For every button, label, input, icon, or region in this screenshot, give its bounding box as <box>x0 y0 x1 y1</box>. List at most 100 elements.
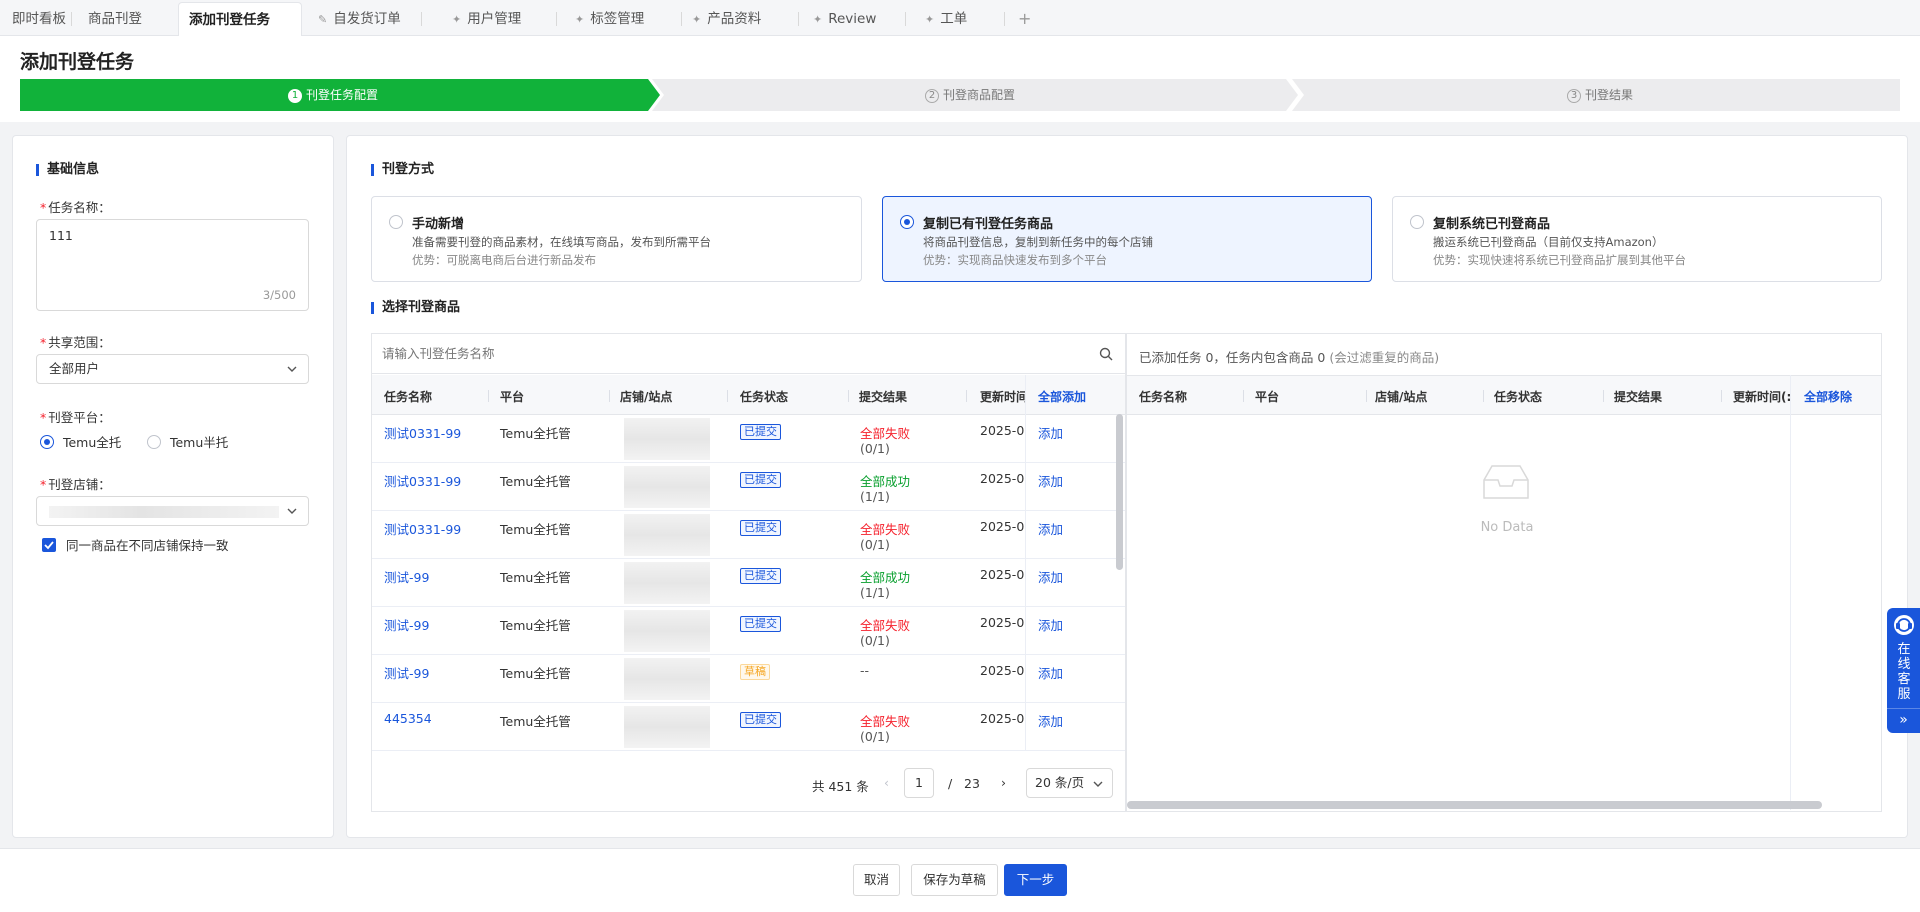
task-name-link[interactable]: 测试-99 <box>384 615 429 634</box>
add-all-button[interactable]: 全部添加 <box>1038 388 1086 405</box>
task-name-link[interactable]: 测试-99 <box>384 663 429 682</box>
column-divider <box>848 390 849 402</box>
updated-time: 2025-0 <box>980 423 1025 438</box>
platform-option-semi[interactable]: Temu半托 <box>147 432 228 451</box>
radio-icon[interactable] <box>1410 215 1424 229</box>
task-name-link[interactable]: 测试0331-99 <box>384 519 461 538</box>
pin-icon[interactable]: ✦ <box>452 13 461 26</box>
select-products-title: 选择刊登商品 <box>371 301 460 314</box>
next-page-icon[interactable]: › <box>1001 775 1006 790</box>
radio-icon[interactable] <box>147 434 161 449</box>
sel-col-result: 提交结果 <box>1614 390 1663 404</box>
method-option-copy-task[interactable]: 复制已有刊登任务商品 将商品刊登信息，复制到新任务中的每个店铺 优势：实现商品快… <box>882 196 1372 282</box>
tab-review[interactable]: ✦ Review <box>803 2 886 36</box>
chevron-down-icon <box>287 366 297 372</box>
task-name-link[interactable]: 测试-99 <box>384 567 429 586</box>
add-tab-button[interactable]: + <box>1018 2 1031 36</box>
status-badge: 已提交 <box>740 424 781 440</box>
task-name-input[interactable]: 111 3/500 <box>36 219 309 311</box>
customer-service-widget[interactable]: 在线客服 » <box>1887 608 1920 733</box>
column-divider <box>1483 390 1484 402</box>
add-button[interactable]: 添加 <box>1038 567 1063 586</box>
table-row: 测试0331-99 Temu全托管 已提交 全部成功 (1/1) 2025-0 添加 <box>372 463 1125 511</box>
next-step-button[interactable]: 下一步 <box>1004 864 1067 896</box>
add-button[interactable]: 添加 <box>1038 471 1063 490</box>
add-button[interactable]: 添加 <box>1038 711 1063 730</box>
pagination-total: 共 451 条 <box>812 779 869 794</box>
sel-col-store: 店铺/站点 <box>1375 390 1428 404</box>
task-platform: Temu全托管 <box>500 426 571 441</box>
pin-icon[interactable]: ✦ <box>692 13 701 26</box>
tab-divider <box>798 12 799 26</box>
column-divider <box>1243 390 1244 402</box>
method-option-manual[interactable]: 手动新增 准备需要刊登的商品素材，在线填写商品，发布到所需平台 优势：可脱离电商… <box>371 196 862 282</box>
store-value-blurred <box>49 506 279 518</box>
tab-product-data[interactable]: ✦ 产品资料 <box>682 2 771 36</box>
radio-icon[interactable] <box>389 215 403 229</box>
store-blurred <box>624 658 710 700</box>
task-name-link[interactable]: 445354 <box>384 711 432 726</box>
remove-all-button[interactable]: 全部移除 <box>1804 388 1852 405</box>
task-name-link[interactable]: 测试0331-99 <box>384 423 461 442</box>
tab-product-listing[interactable]: 商品刊登 <box>78 2 152 36</box>
result-count: (0/1) <box>860 633 890 648</box>
tab-dashboard[interactable]: 即时看板 <box>2 2 76 36</box>
horizontal-scrollbar[interactable] <box>1127 801 1822 809</box>
tab-tag-management[interactable]: ✦ 标签管理 <box>565 2 654 36</box>
result-count: (0/1) <box>860 537 890 552</box>
search-icon[interactable] <box>1099 347 1113 361</box>
tab-ticket[interactable]: ✦ 工单 <box>915 2 977 36</box>
checkbox-checked-icon[interactable] <box>42 537 56 552</box>
updated-time: 2025-0 <box>980 567 1025 582</box>
col-store: 店铺/站点 <box>620 390 673 404</box>
pin-icon[interactable]: ✦ <box>813 13 822 26</box>
table-row: 测试-99 Temu全托管 已提交 全部失败 (0/1) 2025-0 添加 <box>372 607 1125 655</box>
column-divider <box>1721 390 1722 402</box>
add-button[interactable]: 添加 <box>1038 663 1063 682</box>
platform-option-full[interactable]: Temu全托 <box>40 432 121 451</box>
pin-icon[interactable]: ✦ <box>575 13 584 26</box>
radio-selected-icon[interactable] <box>900 215 914 229</box>
share-scope-label: * 共享范围： <box>40 335 111 350</box>
page-number-input[interactable]: 1 <box>904 768 934 798</box>
result-count: (0/1) <box>860 729 890 744</box>
chevron-down-icon <box>1093 781 1103 787</box>
store-blurred <box>624 514 710 556</box>
tab-self-shipping-orders[interactable]: ✎ 自发货订单 <box>308 2 411 36</box>
step-1-label: 刊登任务配置 <box>306 88 379 102</box>
store-blurred <box>624 610 710 652</box>
cancel-button[interactable]: 取消 <box>853 864 900 896</box>
consistency-checkbox[interactable]: 同一商品在不同店铺保持一致 <box>42 535 229 554</box>
result-count: (1/1) <box>860 585 890 600</box>
pin-icon[interactable]: ✎ <box>318 13 327 26</box>
method-title: 刊登方式 <box>371 163 434 176</box>
radio-selected-icon[interactable] <box>40 434 54 449</box>
col-task-name: 任务名称 <box>384 390 433 404</box>
tab-add-listing-task[interactable]: 添加刊登任务 <box>178 2 302 36</box>
task-platform: Temu全托管 <box>500 570 571 585</box>
add-button[interactable]: 添加 <box>1038 519 1063 538</box>
table-row: 测试0331-99 Temu全托管 已提交 全部失败 (0/1) 2025-0 添加 <box>372 415 1125 463</box>
expand-icon[interactable]: » <box>1887 712 1920 728</box>
empty-text: No Data <box>1480 520 1534 535</box>
tab-user-management[interactable]: ✦ 用户管理 <box>442 2 531 36</box>
tab-divider <box>556 12 557 26</box>
step-3: 3 刊登结果 <box>1292 79 1900 111</box>
task-search-bar <box>372 334 1125 374</box>
task-search-input[interactable] <box>382 340 1082 368</box>
pin-icon[interactable]: ✦ <box>925 13 934 26</box>
prev-page-icon[interactable]: ‹ <box>884 775 889 790</box>
page-size-select[interactable]: 20 条/页 <box>1026 768 1113 798</box>
add-button[interactable]: 添加 <box>1038 615 1063 634</box>
table-row: 测试0331-99 Temu全托管 已提交 全部失败 (0/1) 2025-0 添加 <box>372 511 1125 559</box>
tab-divider <box>421 12 422 26</box>
save-draft-button[interactable]: 保存为草稿 <box>911 864 998 896</box>
share-scope-select[interactable]: 全部用户 <box>36 354 309 384</box>
store-select[interactable] <box>36 496 309 526</box>
add-button[interactable]: 添加 <box>1038 423 1063 442</box>
task-platform: Temu全托管 <box>500 618 571 633</box>
task-name-link[interactable]: 测试0331-99 <box>384 471 461 490</box>
method-option-copy-system[interactable]: 复制系统已刊登商品 搬运系统已刊登商品（目前仅支持Amazon） 优势：实现快速… <box>1392 196 1882 282</box>
task-name-label: * 任务名称： <box>40 200 111 215</box>
vertical-scrollbar[interactable] <box>1116 414 1123 570</box>
